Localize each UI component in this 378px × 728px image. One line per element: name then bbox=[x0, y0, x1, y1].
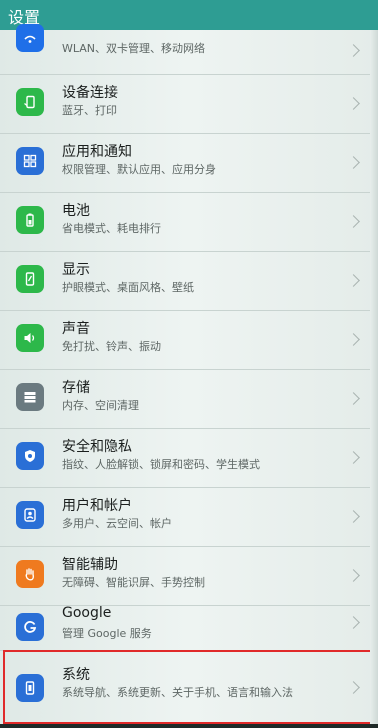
user-icon bbox=[16, 501, 44, 529]
chevron-right-icon bbox=[347, 510, 360, 523]
settings-item-title: 电池 bbox=[62, 203, 90, 219]
settings-item-subtitle: 管理 Google 服务 bbox=[62, 627, 152, 640]
highlight-box bbox=[3, 650, 373, 724]
settings-item-storage[interactable]: 存储 内存、空间清理 bbox=[0, 369, 370, 429]
settings-item-sound[interactable]: 声音 免打扰、铃声、振动 bbox=[0, 310, 370, 370]
settings-item-title: 存储 bbox=[62, 380, 90, 396]
settings-item-title: 安全和隐私 bbox=[62, 439, 132, 455]
storage-icon bbox=[16, 383, 44, 411]
device-connect-icon bbox=[16, 88, 44, 116]
settings-item-display[interactable]: 显示 护眼模式、桌面风格、壁纸 bbox=[0, 251, 370, 311]
network-icon bbox=[16, 24, 44, 52]
settings-item-google[interactable]: Google 管理 Google 服务 bbox=[0, 605, 370, 651]
settings-item-title: Google bbox=[62, 605, 112, 621]
chevron-right-icon bbox=[347, 274, 360, 287]
settings-item-subtitle: 无障碍、智能识屏、手势控制 bbox=[62, 576, 205, 589]
sound-icon bbox=[16, 324, 44, 352]
settings-item-network[interactable]: WLAN、双卡管理、移动网络 bbox=[0, 24, 370, 75]
settings-item-title: 声音 bbox=[62, 321, 90, 337]
display-icon bbox=[16, 265, 44, 293]
settings-item-title: 用户和帐户 bbox=[62, 498, 132, 514]
settings-item-title: 设备连接 bbox=[62, 85, 118, 101]
chevron-right-icon bbox=[347, 215, 360, 228]
chevron-right-icon bbox=[347, 392, 360, 405]
chevron-right-icon bbox=[347, 616, 360, 629]
settings-item-security-privacy[interactable]: 安全和隐私 指纹、人脸解锁、锁屏和密码、学生模式 bbox=[0, 428, 370, 488]
settings-item-users-accounts[interactable]: 用户和帐户 多用户、云空间、帐户 bbox=[0, 487, 370, 547]
settings-item-subtitle: 权限管理、默认应用、应用分身 bbox=[62, 163, 216, 176]
settings-item-title: 应用和通知 bbox=[62, 144, 132, 160]
chevron-right-icon bbox=[347, 44, 360, 57]
settings-item-smart-assistance[interactable]: 智能辅助 无障碍、智能识屏、手势控制 bbox=[0, 546, 370, 606]
settings-item-subtitle: WLAN、双卡管理、移动网络 bbox=[62, 42, 206, 55]
chevron-right-icon bbox=[347, 333, 360, 346]
settings-item-title: 智能辅助 bbox=[62, 557, 118, 573]
shield-icon bbox=[16, 442, 44, 470]
settings-item-title: 显示 bbox=[62, 262, 90, 278]
bottom-edge bbox=[0, 724, 378, 728]
chevron-right-icon bbox=[347, 156, 360, 169]
chevron-right-icon bbox=[347, 97, 360, 110]
settings-item-subtitle: 多用户、云空间、帐户 bbox=[62, 517, 172, 530]
settings-item-battery[interactable]: 电池 省电模式、耗电排行 bbox=[0, 192, 370, 252]
apps-icon bbox=[16, 147, 44, 175]
settings-item-subtitle: 省电模式、耗电排行 bbox=[62, 222, 161, 235]
chevron-right-icon bbox=[347, 451, 360, 464]
app-bar: 设置 bbox=[0, 0, 378, 30]
scroll-edge bbox=[370, 30, 378, 728]
settings-item-subtitle: 护眼模式、桌面风格、壁纸 bbox=[62, 281, 194, 294]
settings-item-subtitle: 免打扰、铃声、振动 bbox=[62, 340, 161, 353]
settings-item-device-connection[interactable]: 设备连接 蓝牙、打印 bbox=[0, 74, 370, 134]
battery-icon bbox=[16, 206, 44, 234]
settings-item-subtitle: 指纹、人脸解锁、锁屏和密码、学生模式 bbox=[62, 458, 260, 471]
settings-item-subtitle: 内存、空间清理 bbox=[62, 399, 139, 412]
hand-icon bbox=[16, 560, 44, 588]
settings-item-apps-notifications[interactable]: 应用和通知 权限管理、默认应用、应用分身 bbox=[0, 133, 370, 193]
chevron-right-icon bbox=[347, 569, 360, 582]
google-icon bbox=[16, 613, 44, 641]
settings-item-subtitle: 蓝牙、打印 bbox=[62, 104, 117, 117]
